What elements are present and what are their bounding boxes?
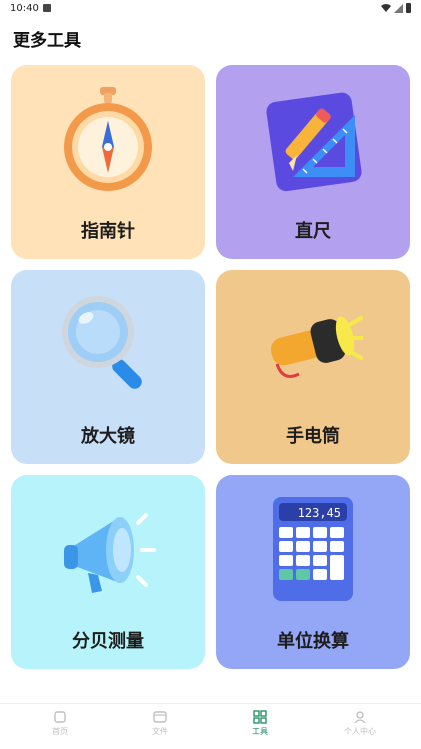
flashlight-icon: [270, 316, 363, 378]
tab-file[interactable]: 文件: [120, 710, 200, 737]
signal-icon: [394, 3, 403, 13]
tab-tools[interactable]: 工具: [220, 710, 300, 737]
battery-icon: [406, 3, 411, 13]
user-icon: [354, 711, 366, 724]
tool-label: 单位换算: [277, 631, 349, 652]
tool-card-ruler[interactable]: 直尺: [216, 65, 410, 259]
wifi-icon: [381, 4, 391, 12]
status-bar: 10:40: [0, 0, 421, 18]
megaphone-icon: [64, 513, 156, 593]
file-icon: [153, 711, 167, 723]
calculator-icon: 123,45: [273, 497, 353, 601]
tool-label: 直尺: [295, 221, 331, 242]
tool-card-compass[interactable]: 指南针: [11, 65, 205, 259]
tool-card-unit-conversion[interactable]: 123,45 单位换算: [216, 475, 410, 669]
tool-label: 放大镜: [81, 426, 135, 447]
tools-icon: [253, 710, 267, 724]
tool-label: 手电筒: [286, 426, 340, 447]
compass-icon: [64, 87, 152, 191]
bottom-tab-bar: 首页 文件 工具 个人中心: [0, 703, 421, 749]
tool-card-flashlight[interactable]: 手电筒: [216, 270, 410, 464]
tab-label: 工具: [252, 727, 268, 736]
magnifier-icon: [62, 296, 142, 389]
status-indicators: [381, 3, 411, 13]
tool-card-magnifier[interactable]: 放大镜: [11, 270, 205, 464]
tool-label: 分贝测量: [72, 631, 144, 652]
tab-home[interactable]: 首页: [20, 710, 100, 737]
tool-card-decibel[interactable]: 分贝测量: [11, 475, 205, 669]
tab-profile[interactable]: 个人中心: [320, 710, 400, 737]
home-icon: [54, 711, 66, 723]
status-time: 10:40: [10, 3, 39, 14]
tab-label: 首页: [52, 727, 68, 736]
tool-label: 指南针: [81, 221, 135, 242]
calculator-screen-text: 123,45: [298, 506, 341, 520]
tab-label: 个人中心: [344, 727, 376, 736]
tab-label: 文件: [152, 727, 168, 736]
page-title: 更多工具: [13, 31, 81, 51]
notification-icon: [43, 4, 51, 12]
ruler-icon: [266, 92, 362, 192]
